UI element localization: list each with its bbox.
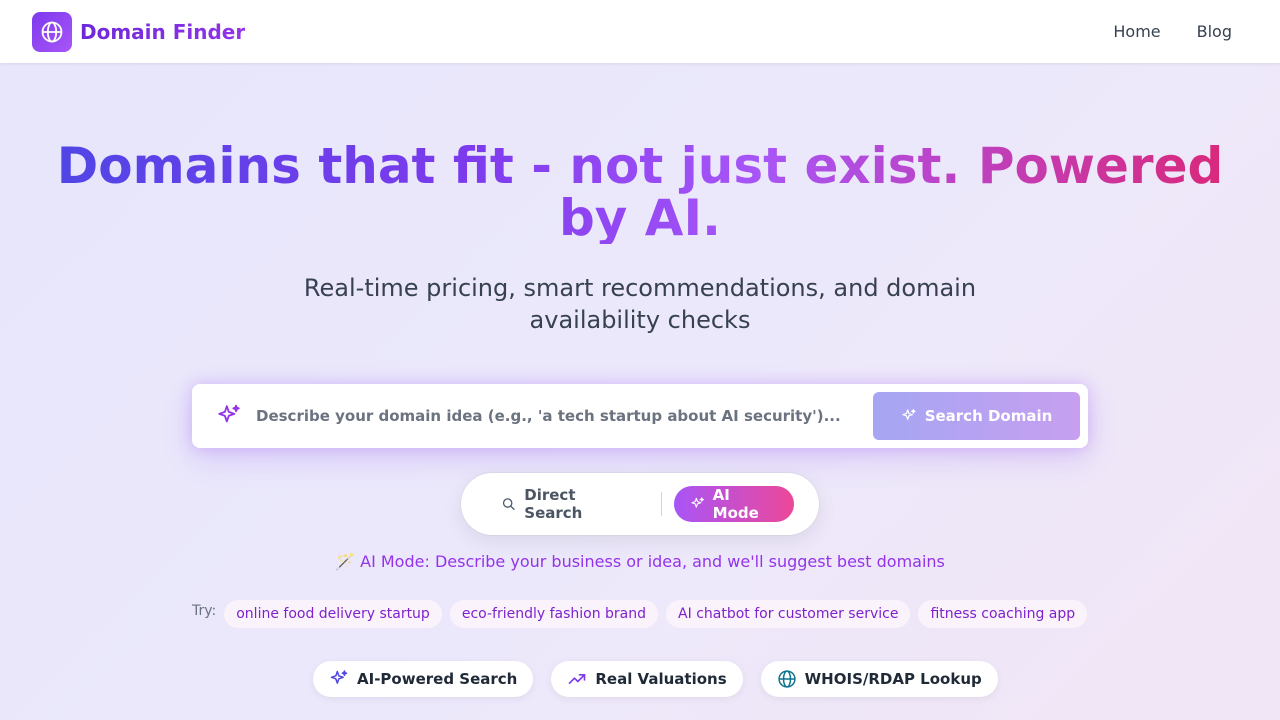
navbar: Domain Finder Home Blog — [0, 0, 1280, 63]
sparkles-icon — [216, 403, 242, 429]
feature-label: WHOIS/RDAP Lookup — [804, 670, 982, 688]
brand-name: Domain Finder — [80, 19, 246, 44]
brand[interactable]: Domain Finder — [32, 11, 246, 52]
example-chip[interactable]: eco-friendly fashion brand — [449, 600, 659, 628]
try-label: Try: — [192, 603, 217, 619]
try-examples: Try: online food delivery startup eco-fr… — [192, 600, 1088, 628]
mode-divider — [661, 492, 663, 516]
globe-icon — [777, 670, 796, 688]
search-icon — [502, 498, 515, 511]
search-domain-label: Search Domain — [924, 407, 1053, 425]
feature-pills: AI-Powered Search Real Valuations WHOIS/… — [313, 661, 998, 697]
feature-label: Real Valuations — [595, 670, 727, 688]
search-bar: Search Domain — [192, 384, 1088, 448]
hero-title: Domains that fit - not just exist. Power… — [40, 140, 1240, 244]
magic-wand-icon: 🪄 — [335, 552, 356, 571]
direct-search-toggle[interactable]: Direct Search — [501, 486, 633, 522]
nav-blog-link[interactable]: Blog — [1197, 22, 1232, 41]
mode-hint: 🪄 AI Mode: Describe your business or ide… — [240, 552, 1040, 571]
hero-subtitle: Real-time pricing, smart recommendations… — [303, 274, 977, 334]
feature-real-valuations: Real Valuations — [551, 661, 743, 697]
sparkles-icon — [691, 497, 705, 508]
search-domain-button[interactable]: Search Domain — [873, 392, 1080, 440]
nav-links: Home Blog — [1113, 22, 1232, 41]
example-chip[interactable]: AI chatbot for customer service — [666, 600, 911, 628]
feature-whois-rdap-lookup: WHOIS/RDAP Lookup — [760, 661, 998, 697]
globe-icon — [32, 11, 72, 52]
example-chip[interactable]: online food delivery startup — [224, 600, 442, 628]
example-chip[interactable]: fitness coaching app — [918, 600, 1088, 628]
feature-label: AI-Powered Search — [357, 670, 518, 688]
search-input[interactable] — [256, 407, 873, 425]
direct-search-label: Direct Search — [524, 486, 583, 522]
sparkles-icon — [902, 409, 916, 420]
mode-hint-text: AI Mode: Describe your business or idea,… — [360, 552, 945, 571]
trending-up-icon — [569, 674, 586, 684]
nav-home-link[interactable]: Home — [1113, 22, 1160, 41]
sparkles-icon — [330, 670, 348, 684]
feature-ai-powered-search: AI-Powered Search — [313, 661, 534, 697]
ai-mode-label: AI Mode — [712, 486, 759, 522]
mode-toggle: Direct Search AI Mode — [461, 473, 819, 535]
ai-mode-toggle[interactable]: AI Mode — [674, 486, 794, 522]
